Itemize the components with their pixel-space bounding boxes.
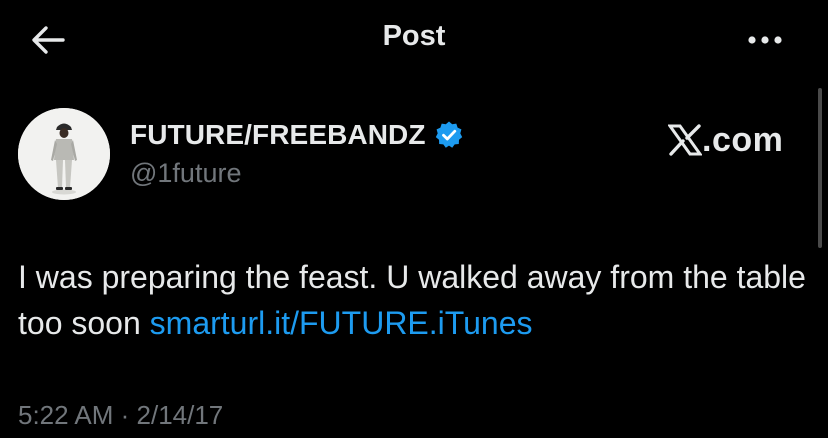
- more-options-button[interactable]: [740, 20, 790, 60]
- post-date[interactable]: 2/14/17: [137, 400, 224, 430]
- ellipsis-icon: [748, 36, 782, 44]
- scrollbar[interactable]: [818, 88, 822, 248]
- user-handle[interactable]: @1future: [130, 158, 241, 189]
- watermark-dot: .: [702, 120, 712, 159]
- post-link[interactable]: smarturl.it/FUTURE.iTunes: [150, 305, 533, 341]
- display-name[interactable]: FUTURE/FREEBANDZ: [130, 119, 426, 151]
- timestamp-separator: ·: [113, 400, 137, 430]
- avatar-photo: [18, 108, 110, 200]
- page-title: Post: [382, 20, 446, 52]
- post-time[interactable]: 5:22 AM: [18, 400, 113, 430]
- author-name-row[interactable]: FUTURE/FREEBANDZ: [130, 115, 464, 155]
- verified-badge-icon[interactable]: [434, 120, 464, 150]
- top-bar: Post: [0, 0, 828, 80]
- avatar[interactable]: [18, 108, 110, 200]
- watermark: . com: [668, 118, 783, 162]
- watermark-text: com: [711, 120, 784, 159]
- back-button[interactable]: [26, 20, 70, 60]
- x-logo-icon: [668, 124, 702, 156]
- post-timestamp[interactable]: 5:22 AM · 2/14/17: [18, 400, 223, 431]
- arrow-left-icon: [32, 26, 65, 54]
- post-body: I was preparing the feast. U walked away…: [18, 254, 808, 346]
